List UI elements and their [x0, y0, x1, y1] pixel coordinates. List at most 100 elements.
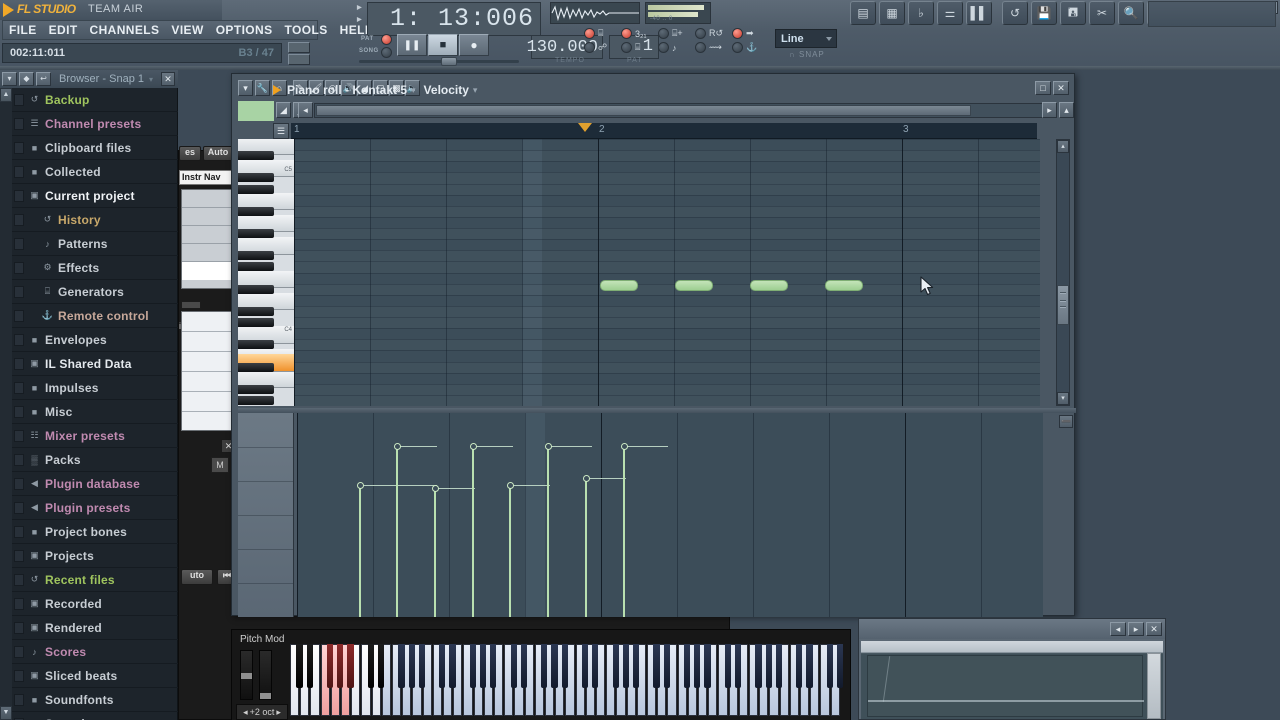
octave-selector[interactable]: ◂ +2 oct ▸	[236, 704, 288, 720]
kontakt-black-key[interactable]	[439, 644, 446, 688]
mod-wheel[interactable]	[259, 650, 272, 700]
browser-item-envelopes[interactable]: ■ Envelopes	[12, 328, 178, 352]
kontakt-black-key[interactable]	[683, 644, 691, 688]
kontakt-black-key[interactable]	[377, 644, 385, 688]
browser-item-channel-presets[interactable]: ☰ Channel presets	[12, 112, 178, 136]
browser-item-mixer-presets[interactable]: ☷ Mixer presets	[12, 424, 178, 448]
expand-toggle-icon[interactable]	[14, 405, 24, 418]
mixer-icon[interactable]: ⚌	[937, 1, 963, 25]
timeline-ruler[interactable]: 1 2 3	[291, 123, 1037, 139]
toggle-record-loop[interactable]: R↺	[695, 28, 725, 39]
brw-prev-button[interactable]: ◂	[1110, 622, 1126, 636]
kontakt-black-key[interactable]	[306, 644, 313, 688]
browser-item-scores[interactable]: ♪ Scores	[12, 640, 178, 664]
browser-menu-button[interactable]: ▾	[2, 72, 17, 86]
velocity-handle[interactable]	[620, 442, 628, 450]
expand-toggle-icon[interactable]	[14, 213, 24, 226]
zoom-icon[interactable]: 🔍	[1118, 1, 1144, 25]
browser-item-soundfonts[interactable]: ■ Soundfonts	[12, 688, 178, 712]
toggle-wait-midi[interactable]: ⌸	[621, 42, 651, 53]
brw-display-area[interactable]	[867, 655, 1144, 717]
kontakt-small-button[interactable]	[181, 301, 201, 309]
kontakt-m-button[interactable]: M	[211, 457, 229, 473]
kontakt-auto-button[interactable]: Auto	[203, 146, 233, 161]
kontakt-black-key[interactable]	[796, 644, 803, 688]
piano-black-key[interactable]	[238, 306, 274, 316]
toggle-stamp[interactable]: ⚓	[732, 42, 762, 53]
kontakt-black-key[interactable]	[490, 644, 497, 688]
expand-toggle-icon[interactable]	[14, 429, 24, 442]
piano-roll-maximize-button[interactable]: □	[1035, 81, 1051, 95]
piano-black-key[interactable]	[238, 340, 274, 350]
velocity-stem[interactable]	[396, 446, 398, 617]
expand-toggle-icon[interactable]	[14, 453, 24, 466]
velocity-handle[interactable]	[356, 481, 364, 489]
kontakt-black-key[interactable]	[418, 644, 426, 688]
kontakt-black-key[interactable]	[367, 644, 375, 688]
toggle-blend-notes[interactable]: ⟿	[695, 42, 725, 53]
toggle-step-edit[interactable]: ⌸+	[658, 28, 688, 39]
browser-item-plugin-presets[interactable]: ◀ Plugin presets	[12, 496, 178, 520]
velocity-handle[interactable]	[431, 484, 439, 492]
step-sequencer-icon[interactable]: ▦	[879, 1, 905, 25]
toggle-slide[interactable]: ➡	[732, 28, 762, 39]
expand-toggle-icon[interactable]	[14, 621, 24, 634]
kontakt-black-key[interactable]	[398, 644, 405, 688]
velocity-handle[interactable]	[544, 442, 552, 450]
piano-roll-icon[interactable]: ♭	[908, 1, 934, 25]
expand-toggle-icon[interactable]	[14, 237, 24, 250]
menu-file[interactable]: FILE	[3, 23, 43, 37]
mod-wheel-knob[interactable]	[260, 693, 271, 699]
note-grid[interactable]	[294, 139, 1040, 406]
browser-item-speech[interactable]: ■Speech	[12, 712, 178, 720]
browser-item-packs[interactable]: ▒ Packs	[12, 448, 178, 472]
pitch-wheel[interactable]	[240, 650, 253, 700]
scroll-right-button[interactable]: ▸	[1042, 102, 1057, 118]
browser-item-remote-control[interactable]: ⚓ Remote control	[12, 304, 178, 328]
piano-roll-title-caret-icon[interactable]: ▾	[411, 85, 416, 96]
vertical-scroll-thumb[interactable]	[1057, 285, 1069, 325]
browser-snap-button[interactable]: ◆	[19, 72, 34, 86]
piano-black-key[interactable]	[238, 251, 274, 261]
kontakt-instr-nav-tab[interactable]: Instr Nav	[179, 170, 233, 185]
menu-edit[interactable]: EDIT	[43, 23, 84, 37]
expand-toggle-icon[interactable]	[14, 309, 24, 322]
browser-item-plugin-database[interactable]: ◀ Plugin database	[12, 472, 178, 496]
expand-toggle-icon[interactable]	[14, 261, 24, 274]
browser-back-button[interactable]: ↩	[36, 72, 51, 86]
kontakt-browser-list[interactable]	[181, 189, 233, 289]
cut-icon[interactable]: ✂	[1089, 1, 1115, 25]
stop-button[interactable]: ■	[428, 34, 458, 56]
kontakt-lower-list[interactable]	[181, 311, 233, 431]
kontakt-black-key[interactable]	[836, 644, 844, 688]
expand-toggle-icon[interactable]	[14, 285, 24, 298]
browser-scrollbar[interactable]: ▲ ▼	[0, 88, 12, 720]
vertical-zoom-button[interactable]: ▴	[1059, 102, 1074, 118]
expand-toggle-icon[interactable]	[14, 573, 24, 586]
save-icon[interactable]: 🖪	[1060, 1, 1086, 25]
velocity-handle[interactable]	[582, 474, 590, 482]
piano-roll-close-button[interactable]: ✕	[1053, 81, 1069, 95]
kontakt-auto-bottom-button[interactable]: uto	[181, 569, 213, 585]
kontakt-black-key[interactable]	[632, 644, 640, 688]
velocity-handle[interactable]	[506, 481, 514, 489]
expand-toggle-icon[interactable]	[14, 357, 24, 370]
pitch-wheel-knob[interactable]	[241, 673, 252, 679]
kontakt-black-key[interactable]	[479, 644, 487, 688]
kontakt-piano-keyboard[interactable]	[290, 644, 844, 716]
browser-item-rendered[interactable]: ▣ Rendered	[12, 616, 178, 640]
song-mode-led[interactable]	[381, 47, 392, 58]
kontakt-black-key[interactable]	[337, 644, 344, 688]
expand-toggle-icon[interactable]	[14, 549, 24, 562]
playlist-icon[interactable]: ▤	[850, 1, 876, 25]
toggle-count-in[interactable]: 3₂₁	[621, 28, 651, 39]
scroll-left-button[interactable]: ◂	[298, 102, 313, 118]
browser-item-recorded[interactable]: ▣ Recorded	[12, 592, 178, 616]
piano-roll-note[interactable]	[600, 280, 638, 291]
expand-toggle-icon[interactable]	[14, 645, 24, 658]
kontakt-black-key[interactable]	[592, 644, 599, 688]
kontakt-black-key[interactable]	[551, 644, 558, 688]
piano-black-key[interactable]	[238, 151, 274, 161]
piano-black-key[interactable]	[238, 229, 274, 238]
brw-scrollbar[interactable]	[1147, 653, 1161, 719]
